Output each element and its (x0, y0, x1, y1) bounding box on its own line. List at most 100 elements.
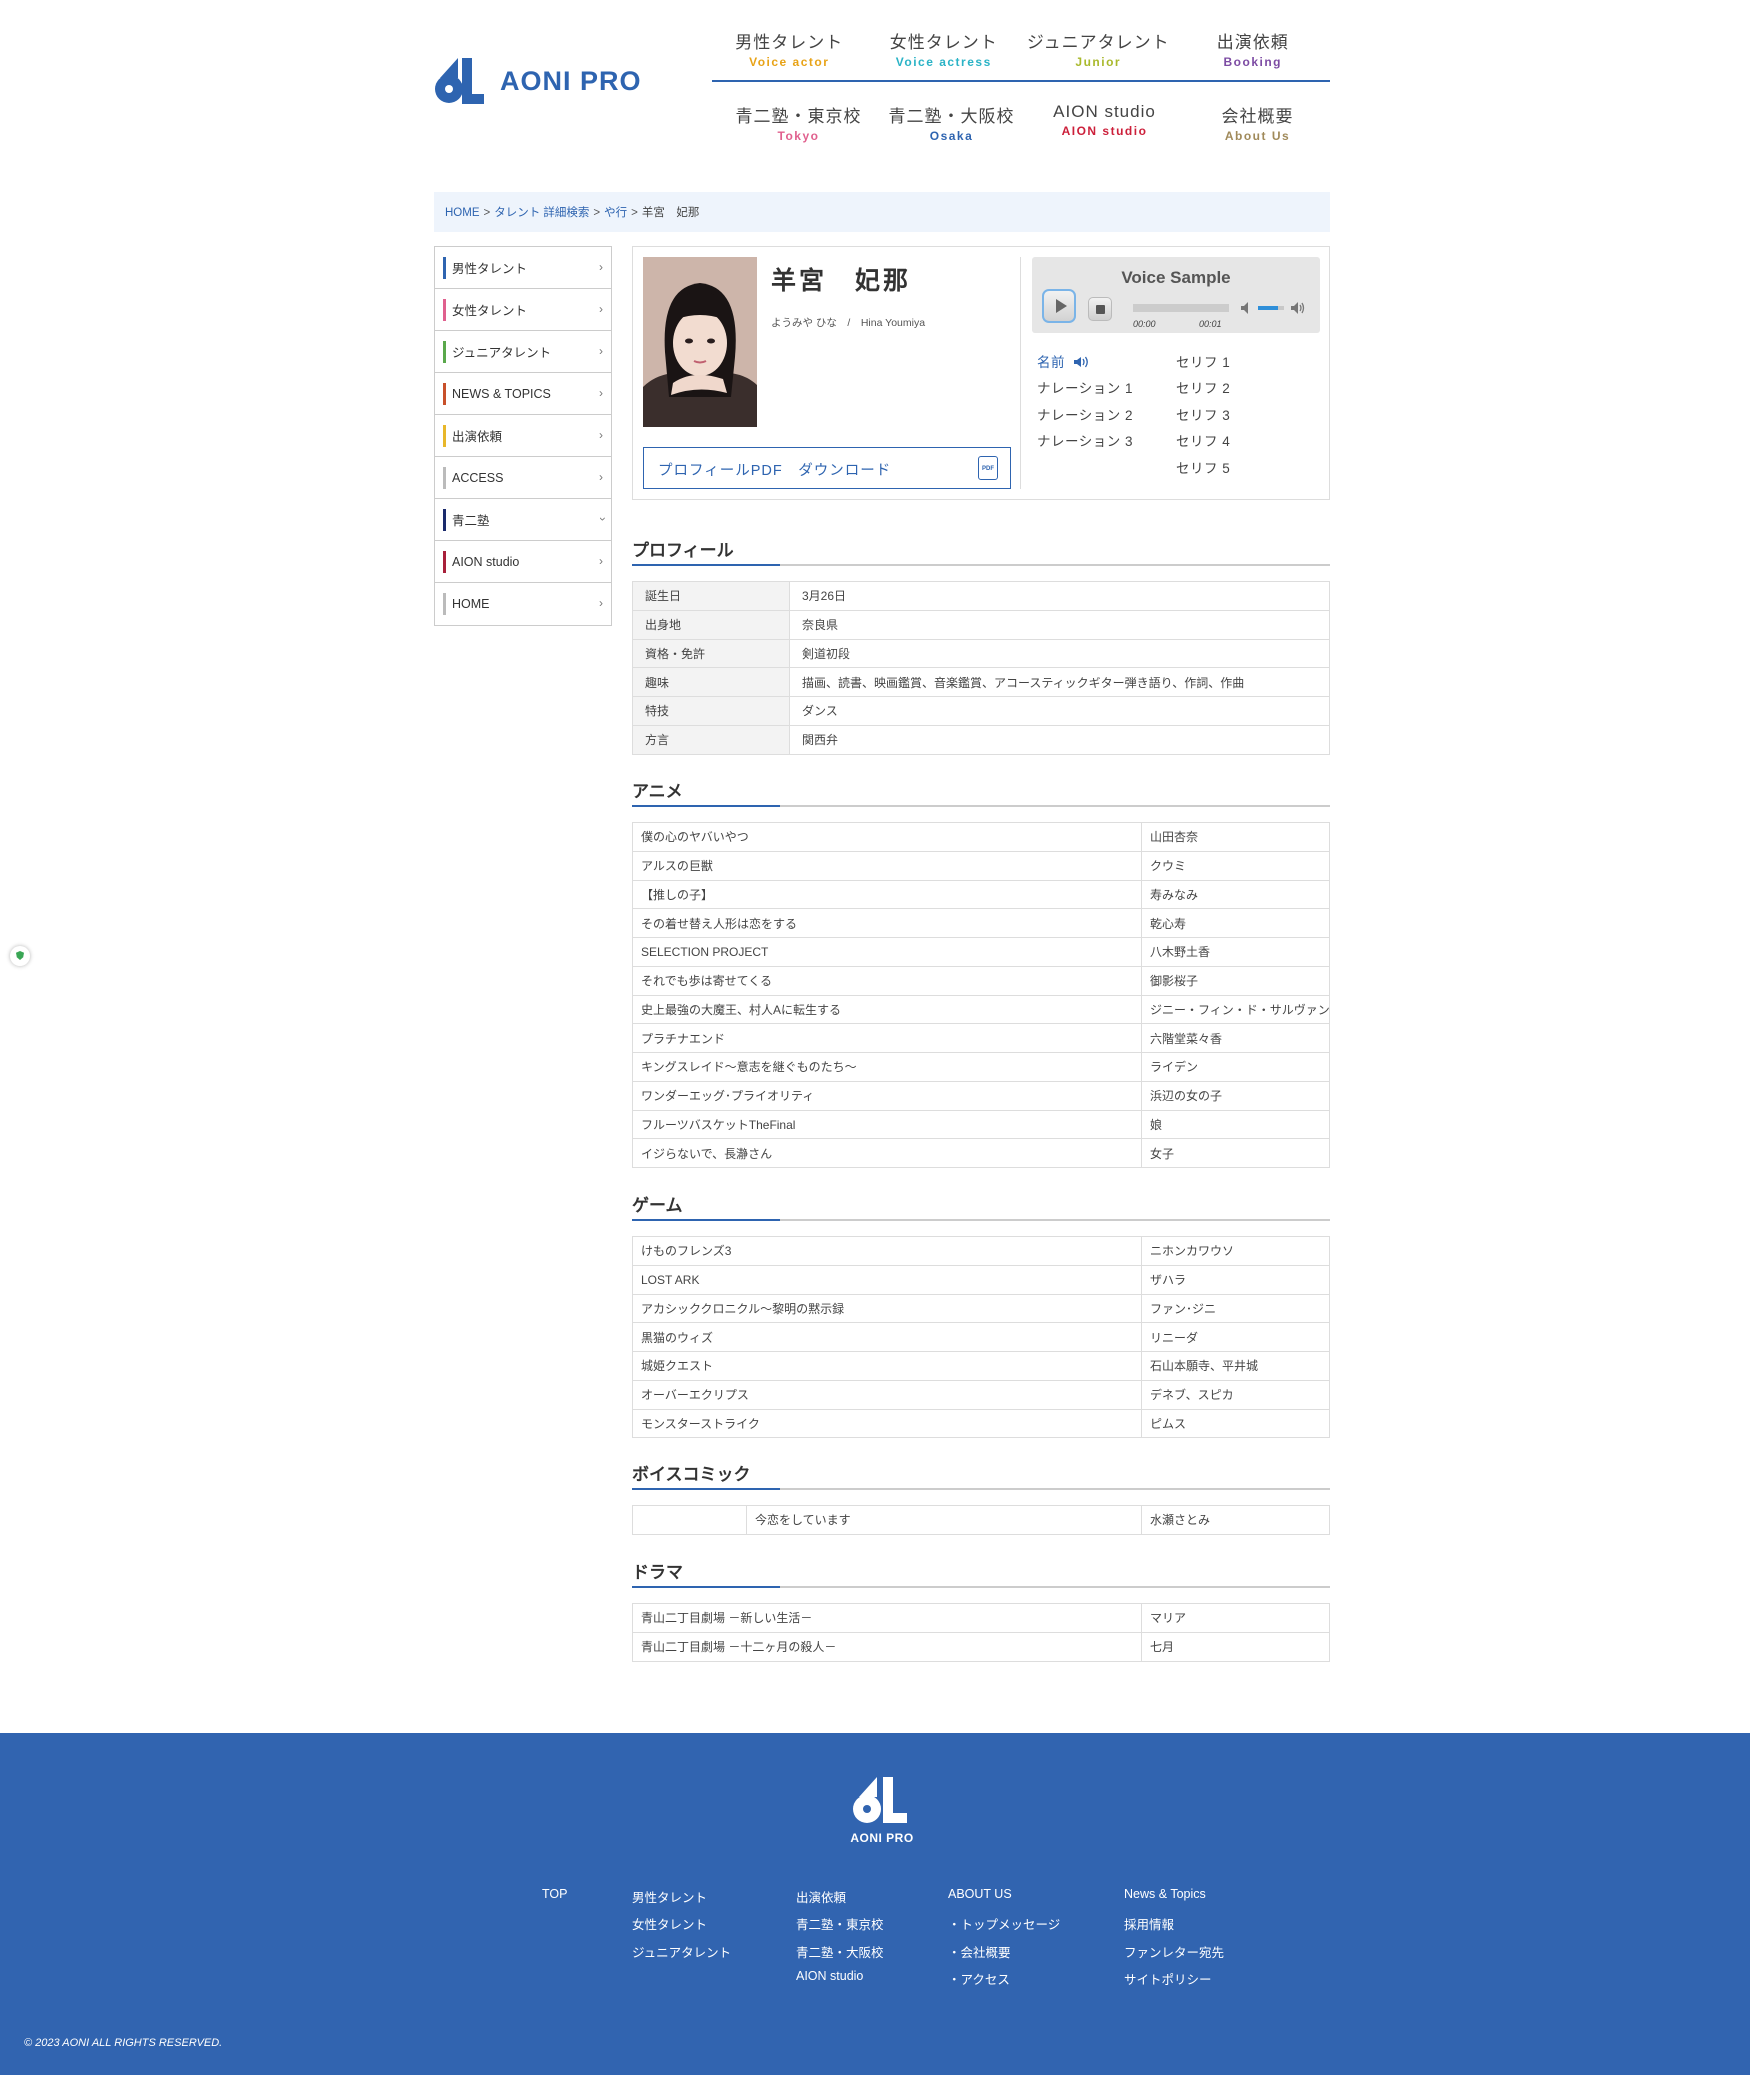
volume-max-icon[interactable] (1290, 301, 1306, 315)
nav-osaka-school[interactable]: 青二塾・大阪校 Osaka (875, 102, 1028, 143)
sidebar-item-aion-studio[interactable]: AION studio › (435, 541, 611, 583)
nav-aion-studio[interactable]: AION studio AION studio (1028, 102, 1181, 143)
sample-line-4[interactable]: セリフ 4 (1176, 430, 1230, 450)
table-row: アルスの巨獣 クウミ (632, 850, 1330, 881)
work-title: それでも歩は寄せてくる (632, 965, 1142, 996)
sidebar-item-home[interactable]: HOME › (435, 583, 611, 625)
sample-line-5[interactable]: セリフ 5 (1176, 457, 1230, 477)
volume-level (1258, 306, 1278, 310)
footer-link-aion-studio[interactable]: AION studio (796, 1969, 863, 1983)
role-name: 七月 (1141, 1631, 1330, 1662)
blank-cell (632, 1505, 747, 1535)
sidebar-item-label: 青二塾 (452, 514, 490, 528)
play-button[interactable] (1042, 289, 1076, 323)
footer-link-booking[interactable]: 出演依頼 (796, 1887, 846, 1906)
sidebar-item-booking[interactable]: 出演依頼 › (435, 415, 611, 457)
role-name: 山田杏奈 (1141, 822, 1330, 852)
footer-link-male-talent[interactable]: 男性タレント (632, 1887, 707, 1906)
footer-link-about-us[interactable]: ABOUT US (948, 1887, 1012, 1901)
table-row: 史上最強の大魔王、村人Aに転生する ジニー・フィン・ド・サルヴァン (632, 994, 1330, 1025)
sample-narration-1[interactable]: ナレーション 1 (1037, 377, 1133, 397)
sidebar-accent (443, 550, 446, 573)
footer-link-top-message[interactable]: ・トップメッセージ (948, 1914, 1060, 1933)
sample-line-1[interactable]: セリフ 1 (1176, 351, 1230, 371)
footer-link-junior-talent[interactable]: ジュニアタレント (632, 1942, 731, 1961)
sidebar-item-label: 女性タレント (452, 304, 528, 318)
role-name: ライデン (1141, 1052, 1330, 1082)
breadcrumb-home[interactable]: HOME (445, 207, 480, 219)
footer-logo[interactable]: AONI PRO (850, 1777, 914, 1845)
role-name: 御影桜子 (1141, 965, 1330, 996)
section-underline (632, 805, 1330, 807)
sidebar-item-label: AION studio (452, 554, 520, 569)
role-name: ザハラ (1141, 1264, 1330, 1295)
footer-link-news-topics[interactable]: News & Topics (1124, 1887, 1206, 1901)
footer-link-recruit[interactable]: 採用情報 (1124, 1914, 1174, 1933)
role-name: 六階堂菜々香 (1141, 1023, 1330, 1053)
sidebar-accent (443, 508, 446, 531)
sidebar-menu: 男性タレント › 女性タレント › ジュニアタレント › NEWS & TOPICS ›… (434, 246, 612, 626)
volume-slider[interactable] (1258, 306, 1284, 310)
sidebar-accent (443, 340, 446, 363)
voice-comic-table: 今恋をしています 水瀬さとみ (632, 1505, 1330, 1535)
nav-booking[interactable]: 出演依頼 Booking (1176, 28, 1331, 69)
footer-link-top[interactable]: TOP (542, 1887, 567, 1901)
sample-narration-2[interactable]: ナレーション 2 (1037, 404, 1133, 424)
sidebar-item-aonijuku[interactable]: 青二塾 › (435, 499, 611, 541)
section-heading: ドラマ (632, 1563, 683, 1582)
section-heading: ゲーム (632, 1196, 683, 1215)
sample-name[interactable]: 名前 (1037, 351, 1091, 371)
stop-button[interactable] (1088, 297, 1112, 321)
mute-icon[interactable] (1240, 301, 1254, 315)
breadcrumb-talent-search[interactable]: タレント 詳細検索 (494, 207, 589, 219)
sidebar-item-junior-talent[interactable]: ジュニアタレント › (435, 331, 611, 373)
breadcrumb-ya-row[interactable]: や行 (604, 207, 627, 219)
footer-link-tokyo-school[interactable]: 青二塾・東京校 (796, 1914, 884, 1933)
sample-line-3[interactable]: セリフ 3 (1176, 404, 1230, 424)
speaker-icon (1074, 356, 1089, 368)
row-key: 方言 (632, 724, 790, 755)
footer-link-osaka-school[interactable]: 青二塾・大阪校 (796, 1942, 884, 1961)
section-title-drama: ドラマ (632, 1558, 1330, 1588)
footer-link-fan-letter[interactable]: ファンレター宛先 (1124, 1942, 1224, 1961)
security-badge-icon[interactable] (10, 946, 30, 966)
footer-link-female-talent[interactable]: 女性タレント (632, 1914, 707, 1933)
pdf-download-label: プロフィールPDF ダウンロード (658, 463, 892, 479)
table-row: モンスターストライク ピムス (632, 1408, 1330, 1439)
table-row: 青山二丁目劇場 －新しい生活－ マリア (632, 1603, 1330, 1633)
footer-link-access[interactable]: ・アクセス (948, 1969, 1010, 1988)
role-name: ニホンカワウソ (1141, 1236, 1330, 1266)
sample-narration-3[interactable]: ナレーション 3 (1037, 430, 1133, 450)
section-underline (632, 1586, 1330, 1588)
nav-voice-actress[interactable]: 女性タレント Voice actress (867, 28, 1022, 69)
sidebar-item-male-talent[interactable]: 男性タレント › (435, 247, 611, 289)
seek-bar[interactable] (1133, 304, 1229, 312)
footer-link-site-policy[interactable]: サイトポリシー (1124, 1969, 1212, 1988)
footer-link-company-overview[interactable]: ・会社概要 (948, 1942, 1011, 1961)
sample-line-2[interactable]: セリフ 2 (1176, 377, 1230, 397)
site-logo[interactable]: AONI PRO (434, 58, 642, 104)
nav-divider (712, 80, 1330, 82)
table-row: 資格・免許 剣道初段 (632, 638, 1330, 669)
anime-table: 僕の心のヤバいやつ 山田杏奈 アルスの巨獣 クウミ 【推しの子】 寿みなみ その着せ替… (632, 822, 1330, 1168)
sidebar-item-female-talent[interactable]: 女性タレント › (435, 289, 611, 331)
nav-junior[interactable]: ジュニアタレント Junior (1021, 28, 1176, 69)
work-title: 【推しの子】 (632, 879, 1142, 910)
row-value: 3月26日 (789, 581, 1330, 611)
nav-about-us[interactable]: 会社概要 About Us (1181, 102, 1334, 143)
nav-tokyo-school[interactable]: 青二塾・東京校 Tokyo (722, 102, 875, 143)
chevron-right-icon: › (599, 428, 603, 442)
profile-pdf-download-button[interactable]: プロフィールPDF ダウンロード PDF (643, 447, 1011, 489)
work-title: 黒猫のウィズ (632, 1322, 1142, 1352)
work-title: 城姫クエスト (632, 1351, 1142, 1381)
talent-photo (643, 257, 757, 427)
sidebar-item-news-topics[interactable]: NEWS & TOPICS › (435, 373, 611, 415)
nav-voice-actor[interactable]: 男性タレント Voice actor (712, 28, 867, 69)
role-name: 寿みなみ (1141, 879, 1330, 910)
sidebar-item-access[interactable]: ACCESS › (435, 457, 611, 499)
table-row: 方言 関西弁 (632, 724, 1330, 755)
role-name: 水瀬さとみ (1141, 1505, 1330, 1535)
role-name: 浜辺の女の子 (1141, 1080, 1330, 1111)
aoni-logo-icon (851, 1777, 913, 1825)
work-title: その着せ替え人形は恋をする (632, 908, 1142, 938)
